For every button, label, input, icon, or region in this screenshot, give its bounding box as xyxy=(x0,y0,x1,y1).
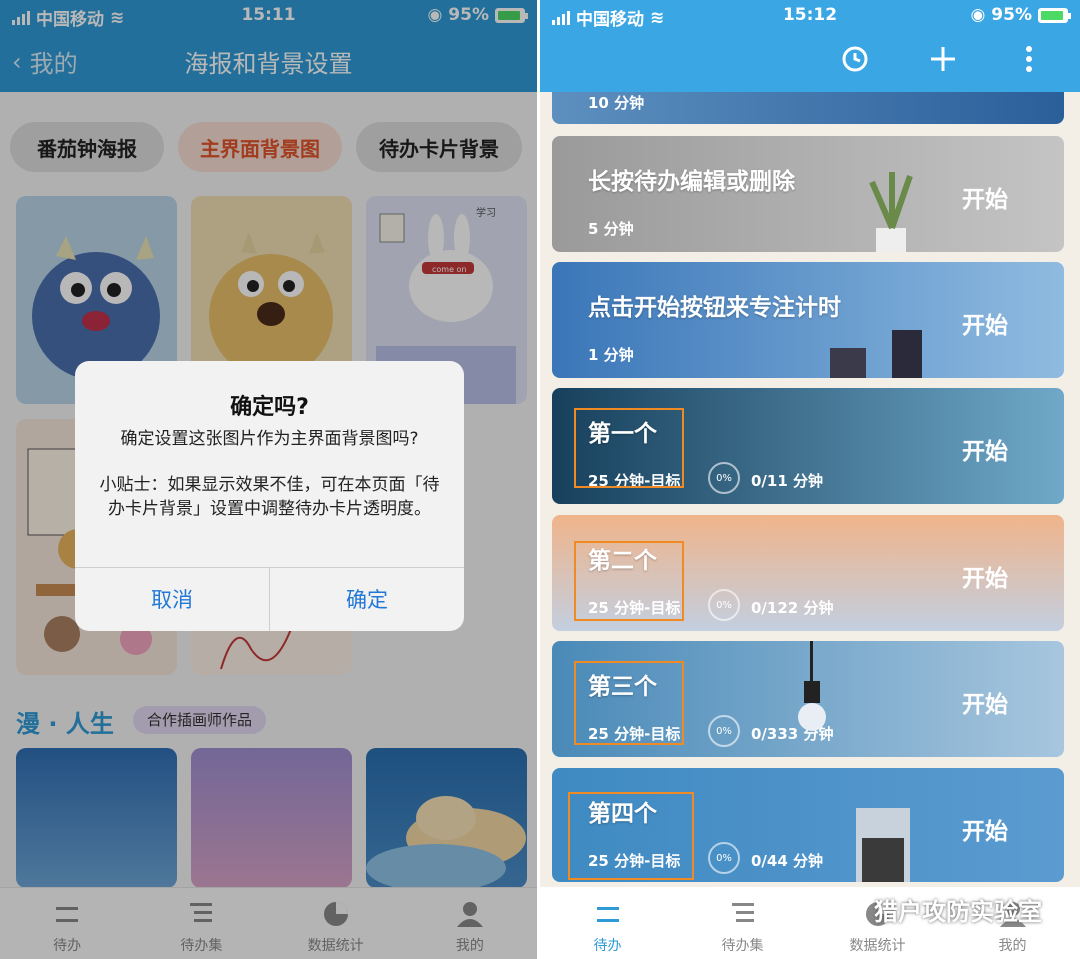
cancel-button[interactable]: 取消 xyxy=(75,568,269,631)
progress-ring: 0% xyxy=(708,715,740,747)
clock-icon[interactable] xyxy=(838,42,872,76)
city-illustration xyxy=(830,330,922,378)
todo-title: 长按待办编辑或删除 xyxy=(588,169,795,195)
tab-label: 待办集 xyxy=(721,938,764,954)
tab-todo[interactable]: 待办 xyxy=(540,887,675,959)
more-icon[interactable] xyxy=(1012,42,1046,76)
dialog-tip: 小贴士：如果显示效果不佳，可在本页面「待办卡片背景」设置中调整待办卡片透明度。 xyxy=(99,475,440,519)
todo-icon xyxy=(596,907,619,922)
confirm-button[interactable]: 确定 xyxy=(269,568,464,631)
start-button[interactable]: 开始 xyxy=(962,812,1008,846)
tab-todo-set[interactable]: 待办集 xyxy=(675,887,810,959)
building-illustration xyxy=(856,808,910,882)
tab-label: 数据统计 xyxy=(849,938,906,954)
highlight-box xyxy=(574,661,684,745)
confirm-dialog: 确定吗? 确定设置这张图片作为主界面背景图吗? 小贴士：如果显示效果不佳，可在本… xyxy=(75,361,464,631)
start-button[interactable]: 开始 xyxy=(962,180,1008,214)
todo-card[interactable]: 第二个 25 分钟-目标 0% 0/122 分钟 开始 xyxy=(552,515,1064,631)
todo-card[interactable]: 第四个 25 分钟-目标 0% 0/44 分钟 开始 xyxy=(552,768,1064,882)
left-screen: 中国移动 ≋ 15:11 ◉ 95% ‹ 我的 海报和背景设置 番茄钟海报 主界面背景… xyxy=(0,0,537,959)
todo-card[interactable]: 第一个 25 分钟-目标 0% 0/11 分钟 开始 xyxy=(552,388,1064,504)
add-icon[interactable] xyxy=(926,42,960,76)
start-button[interactable]: 开始 xyxy=(962,559,1008,593)
todo-card[interactable]: 点击开始按钮来专注计时 1 分钟 开始 xyxy=(552,262,1064,378)
battery-icon xyxy=(1038,7,1071,23)
dialog-title: 确定吗? xyxy=(230,395,309,420)
plant-illustration xyxy=(869,172,913,252)
status-bar: 中国移动 ≋ 15:12 ◉ 95% xyxy=(540,0,1080,30)
start-button[interactable]: 开始 xyxy=(962,685,1008,719)
watermark: 猎户攻防实验室 xyxy=(874,898,1042,926)
right-screen: 10 分钟 长按待办编辑或删除 5 分钟 开始 点击开始按钮来专注计时 1 分钟… xyxy=(540,0,1080,959)
highlight-box xyxy=(574,408,684,488)
progress-ring: 0% xyxy=(708,842,740,874)
todo-duration: 10 分钟 xyxy=(588,94,645,112)
alarm-icon: ◉ xyxy=(970,5,986,25)
todo-card[interactable]: 第三个 25 分钟-目标 0% 0/333 分钟 开始 xyxy=(552,641,1064,757)
todo-title: 点击开始按钮来专注计时 xyxy=(588,295,841,321)
progress-ratio: 0/44 分钟 xyxy=(751,852,824,870)
progress-ratio: 0/122 分钟 xyxy=(751,599,834,617)
progress-ratio: 0/11 分钟 xyxy=(751,472,824,490)
tab-label: 待办 xyxy=(593,938,622,954)
dialog-message: 确定设置这张图片作为主界面背景图吗? xyxy=(120,429,419,449)
start-button[interactable]: 开始 xyxy=(962,432,1008,466)
todo-duration: 5 分钟 xyxy=(588,220,634,238)
list-icon xyxy=(731,903,754,922)
highlight-box xyxy=(568,792,694,880)
lightbulb-illustration xyxy=(798,641,826,731)
progress-ring: 0% xyxy=(708,462,740,494)
start-button[interactable]: 开始 xyxy=(962,306,1008,340)
todo-duration: 1 分钟 xyxy=(588,346,634,364)
tab-label: 我的 xyxy=(998,938,1027,954)
progress-ring: 0% xyxy=(708,589,740,621)
highlight-box xyxy=(574,541,684,621)
todo-card[interactable]: 长按待办编辑或删除 5 分钟 开始 xyxy=(552,136,1064,252)
battery-percent: 95% xyxy=(991,5,1032,25)
